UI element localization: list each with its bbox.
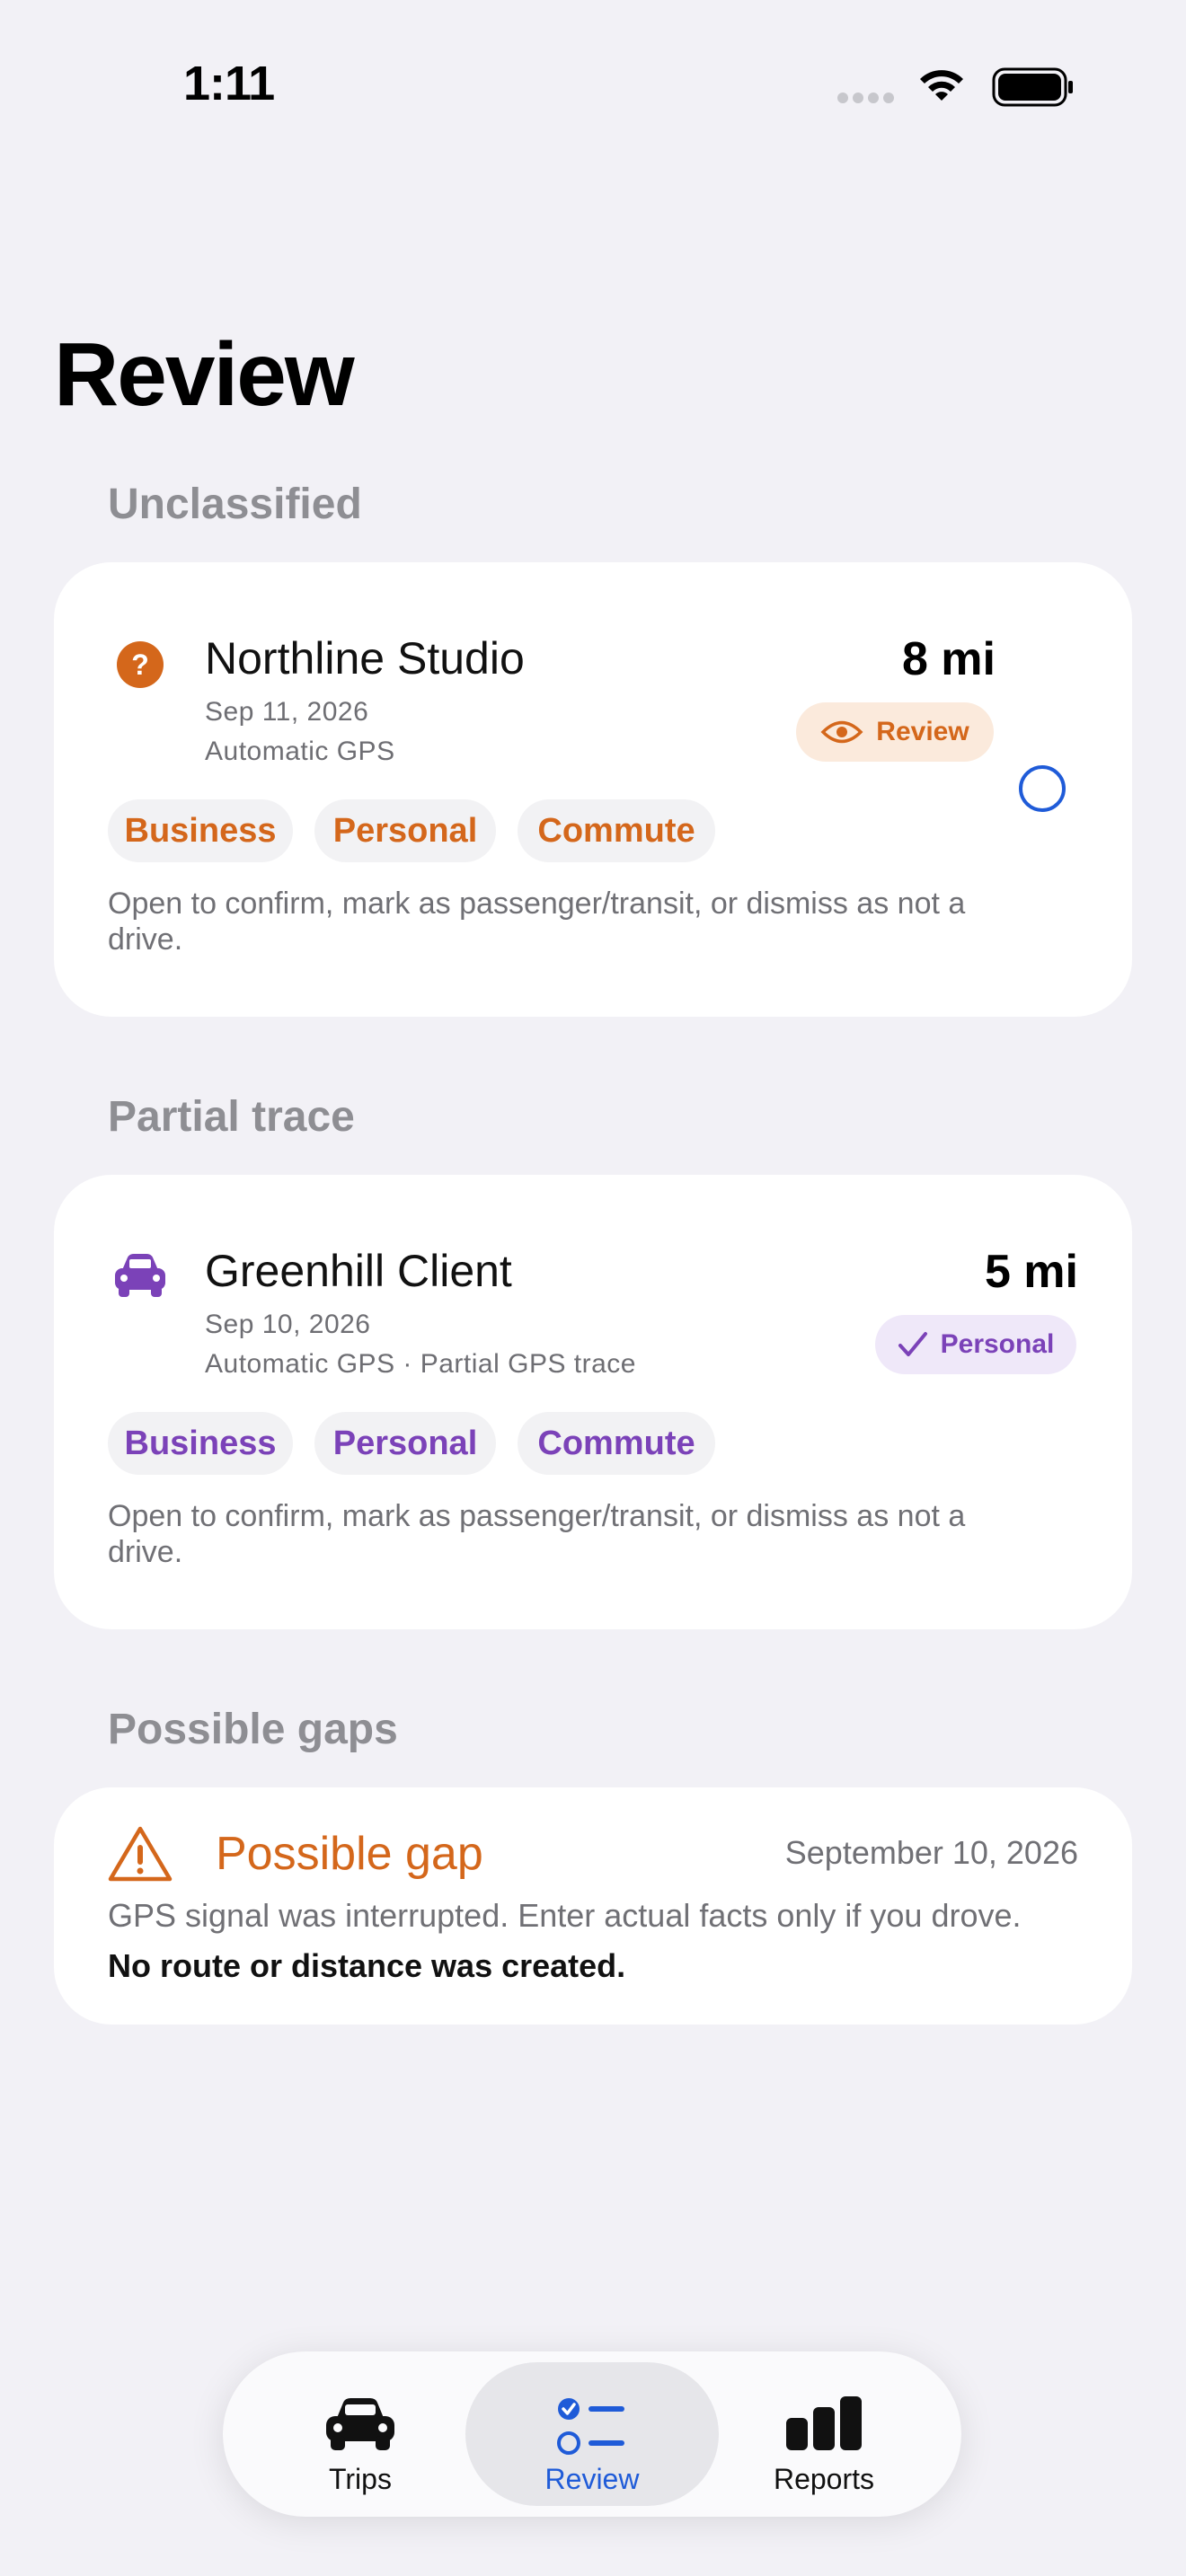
page-title: Review [54,324,355,425]
status-badge: Personal [875,1315,1076,1374]
trip-distance: 5 mi [984,1246,1078,1298]
chip-business[interactable]: Business [108,1412,293,1475]
cellular-signal-icon [837,92,900,104]
select-circle[interactable] [1019,765,1066,812]
status-badge: Review [796,702,994,762]
trip-hint: Open to confirm, mark as passenger/trans… [108,887,966,957]
chip-commute[interactable]: Commute [518,1412,715,1475]
trip-source: Automatic GPS [205,737,395,766]
tab-reports[interactable]: Reports [697,2362,951,2506]
trip-source: Automatic GPS · Partial GPS trace [205,1349,636,1379]
trip-date: Sep 10, 2026 [205,1310,371,1339]
trip-title: Greenhill Client [205,1246,512,1296]
section-label-unclassified: Unclassified [108,481,362,528]
eye-icon [820,720,863,744]
status-badge-label: Review [876,717,969,746]
battery-icon [992,67,1073,107]
trip-title: Northline Studio [205,633,525,684]
svg-text:?: ? [131,648,149,681]
tab-trips[interactable]: Trips [234,2362,487,2506]
chip-business[interactable]: Business [108,799,293,862]
wifi-icon [920,70,963,101]
car-icon [326,2398,394,2450]
chip-personal[interactable]: Personal [314,1412,496,1475]
trip-hint: Open to confirm, mark as passenger/trans… [108,1499,966,1569]
gap-note: No route or distance was created. [108,1947,626,1984]
tab-review[interactable]: Review [465,2362,719,2506]
trip-date: Sep 11, 2026 [205,697,369,727]
trip-distance: 8 mi [901,633,996,685]
gap-card[interactable]: Possible gap September 10, 2026 GPS sign… [54,1787,1132,2025]
section-label-possible-gaps: Possible gaps [108,1706,398,1753]
status-time: 1:11 [183,57,275,110]
gap-title: Possible gap [216,1828,483,1880]
trip-card-greenhill[interactable]: Greenhill Client Sep 10, 2026 Automatic … [54,1175,1132,1629]
tab-bar: Trips Review Reports [223,2351,961,2517]
gap-date: September 10, 2026 [784,1834,1078,1871]
tab-label: Review [544,2463,640,2495]
question-icon: ? [117,641,164,688]
chip-personal[interactable]: Personal [314,799,496,862]
chip-commute[interactable]: Commute [518,799,715,862]
bar-chart-icon [786,2396,862,2450]
tab-label: Trips [329,2463,392,2495]
status-badge-label: Personal [940,1329,1055,1359]
tab-label: Reports [773,2463,875,2495]
checkmark-icon [898,1332,927,1356]
car-icon [115,1254,165,1297]
gap-description: GPS signal was interrupted. Enter actual… [108,1897,1022,1934]
checklist-icon [557,2398,624,2455]
trip-card-northline[interactable]: ? Northline Studio Sep 11, 2026 Automati… [54,562,1132,1017]
warning-icon [108,1826,173,1882]
section-label-partial-trace: Partial trace [108,1093,355,1141]
